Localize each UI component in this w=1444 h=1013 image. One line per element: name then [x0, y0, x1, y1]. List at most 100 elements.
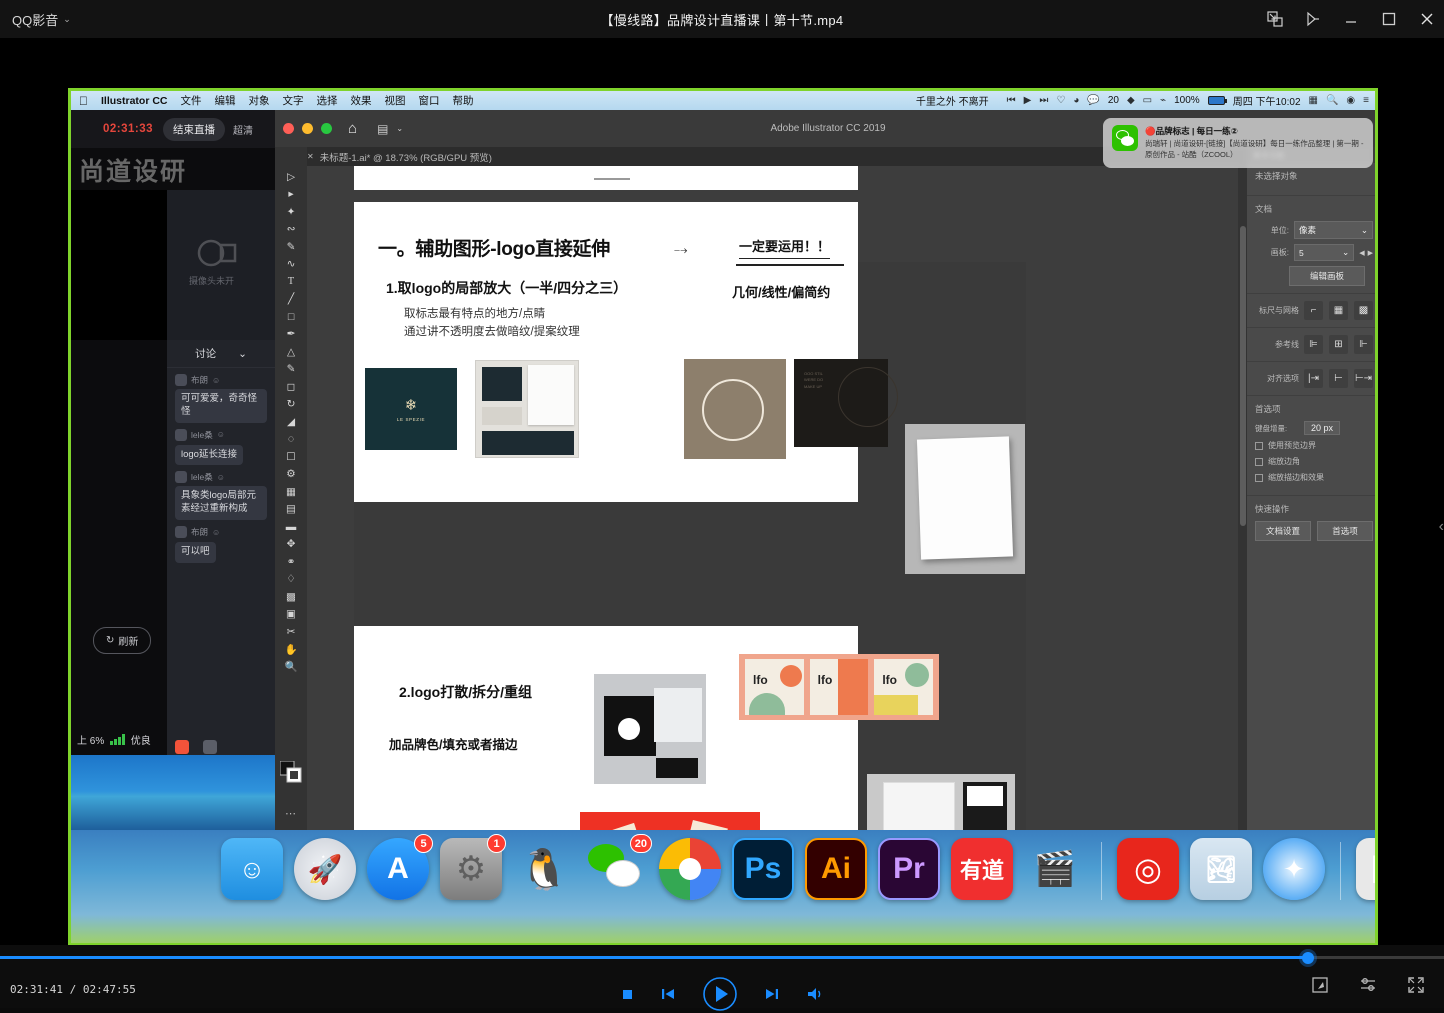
- discussion-header[interactable]: 讨论 ⌄: [167, 340, 275, 368]
- menu-window[interactable]: 窗口: [419, 93, 440, 108]
- dock-item-chrome[interactable]: [659, 838, 721, 900]
- chat-icon[interactable]: 💬: [1087, 96, 1099, 106]
- line-tool[interactable]: ╱: [278, 292, 304, 308]
- blend-tool[interactable]: ⚭: [278, 554, 304, 570]
- play-icon[interactable]: ▶: [1024, 96, 1032, 106]
- direct-selection-tool[interactable]: ▸: [278, 187, 304, 203]
- snapshot-button[interactable]: [1310, 975, 1330, 995]
- pen-tool[interactable]: ✎: [278, 239, 304, 255]
- show-transparency-grid-icon[interactable]: ▩: [1354, 301, 1373, 320]
- lock-guides-icon[interactable]: ⊞: [1329, 335, 1348, 354]
- close-tab-icon[interactable]: ✕: [307, 152, 314, 161]
- minimize-window-button[interactable]: [302, 123, 313, 134]
- restore-down-icon[interactable]: [1266, 10, 1284, 28]
- menu-object[interactable]: 对象: [249, 93, 270, 108]
- show-guides-icon[interactable]: ⊫: [1304, 335, 1323, 354]
- edit-artboards-button[interactable]: 编辑画板: [1289, 266, 1365, 286]
- minimize-icon[interactable]: [1342, 10, 1360, 28]
- lasso-tool[interactable]: ∾: [278, 222, 304, 238]
- fill-stroke-swatches[interactable]: [280, 761, 302, 783]
- progress-bar[interactable]: [0, 956, 1444, 959]
- next-button[interactable]: [763, 985, 781, 1003]
- paintbrush-tool[interactable]: ✒: [278, 327, 304, 343]
- checkbox-scale-corners[interactable]: 缩放边角: [1255, 456, 1373, 467]
- emoji-icon[interactable]: [175, 740, 189, 754]
- play-button[interactable]: [701, 975, 739, 1013]
- free-transform-tool[interactable]: ☐: [278, 449, 304, 465]
- previous-track-icon[interactable]: ⏮: [1007, 96, 1016, 106]
- stream-quality-label[interactable]: 超清: [233, 122, 253, 137]
- fullscreen-button[interactable]: [1406, 975, 1426, 995]
- pencil-tool[interactable]: ✎: [278, 362, 304, 378]
- wifi-icon[interactable]: ⌁: [1160, 96, 1166, 106]
- cast-icon[interactable]: [1304, 10, 1322, 28]
- menu-help[interactable]: 帮助: [453, 93, 474, 108]
- selection-tool[interactable]: ▷: [278, 169, 304, 185]
- system-notification[interactable]: 🔴品牌标志 | 每日一练② 尚瑞轩 | 尚道设研-[链接]【尚道设研】每日一练作…: [1103, 118, 1373, 168]
- keyboard-increment-input[interactable]: 20 px: [1304, 421, 1340, 435]
- type-tool[interactable]: T: [278, 274, 304, 290]
- dock-item-system-preferences[interactable]: ⚙ 1: [440, 838, 502, 900]
- menu-edit[interactable]: 编辑: [215, 93, 236, 108]
- menu-view[interactable]: 视图: [385, 93, 406, 108]
- unit-select[interactable]: 像素 ⌄: [1294, 221, 1373, 239]
- chevron-down-icon[interactable]: ⌄: [396, 124, 403, 133]
- illustrator-canvas[interactable]: 一。辅助图形-logo直接延伸 ⤍ 一定要运用！！ 几何/线性/偏简约 1.取l…: [307, 166, 1247, 830]
- perspective-grid-tool[interactable]: ▦: [278, 484, 304, 500]
- checkbox-scale-strokes-effects[interactable]: 缩放描边和效果: [1255, 472, 1373, 483]
- arrange-documents-icon[interactable]: ▤: [377, 122, 388, 136]
- menu-select[interactable]: 选择: [317, 93, 338, 108]
- menu-file[interactable]: 文件: [181, 93, 202, 108]
- preferences-button[interactable]: 首选项: [1317, 521, 1373, 541]
- stop-button[interactable]: [620, 987, 635, 1002]
- progress-handle[interactable]: [1302, 952, 1314, 964]
- volume-button[interactable]: [805, 985, 825, 1003]
- snap-to-grid-icon[interactable]: ⊢⇥: [1354, 369, 1373, 388]
- refresh-button[interactable]: ↻ 刷新: [93, 627, 151, 654]
- display-icon[interactable]: ▭: [1143, 96, 1152, 106]
- smart-guides-icon[interactable]: ⊢: [1329, 369, 1348, 388]
- previous-button[interactable]: [659, 985, 677, 1003]
- apple-logo-icon[interactable]: : [79, 95, 88, 107]
- end-live-button[interactable]: 结束直播: [163, 118, 225, 141]
- dock-item-youdao[interactable]: 有道: [951, 838, 1013, 900]
- checkbox-preview-bounds[interactable]: 使用预览边界: [1255, 440, 1373, 451]
- dock-item-finder[interactable]: ☺: [221, 838, 283, 900]
- width-tool[interactable]: ◌: [278, 432, 304, 448]
- dock-item-premiere[interactable]: Pr: [878, 838, 940, 900]
- heart-icon[interactable]: ♡: [1056, 96, 1065, 106]
- clock-icon[interactable]: ◕: [1073, 96, 1079, 106]
- hand-tool[interactable]: ✋: [278, 642, 304, 658]
- dock-item-illustrator[interactable]: Ai: [805, 838, 867, 900]
- show-rulers-icon[interactable]: ⌐: [1304, 301, 1323, 320]
- dock-item-launchpad[interactable]: 🚀: [294, 838, 356, 900]
- dock-item-wechat[interactable]: 20: [586, 838, 648, 900]
- app-menu-button[interactable]: QQ影音 ⌄: [12, 10, 71, 29]
- next-track-icon[interactable]: ⏭: [1039, 96, 1048, 106]
- snap-to-point-icon[interactable]: |⇥: [1304, 369, 1323, 388]
- equalizer-button[interactable]: [1358, 975, 1378, 995]
- release-guides-icon[interactable]: ⊩: [1354, 335, 1373, 354]
- column-graph-tool[interactable]: ▩: [278, 589, 304, 605]
- toolbar-more-icon[interactable]: ⋯: [285, 807, 296, 820]
- folder-icon[interactable]: [203, 740, 217, 754]
- dock-item-photos[interactable]: 🏞: [1190, 838, 1252, 900]
- artboard-stepper[interactable]: ◀ ▶: [1359, 249, 1373, 257]
- chevron-down-icon[interactable]: ⌄: [238, 348, 247, 360]
- document-setup-button[interactable]: 文档设置: [1255, 521, 1311, 541]
- stepper-next-icon[interactable]: ▶: [1368, 249, 1373, 257]
- search-icon[interactable]: 🔍: [1326, 96, 1338, 106]
- dock-item-netease-music[interactable]: ◎: [1117, 838, 1179, 900]
- artboards-select[interactable]: 5 ⌄: [1294, 244, 1354, 261]
- home-icon[interactable]: ⌂: [348, 120, 357, 137]
- close-icon[interactable]: [1418, 10, 1436, 28]
- mesh-tool[interactable]: ▤: [278, 502, 304, 518]
- dock-item-safari[interactable]: ✦: [1263, 838, 1325, 900]
- scale-tool[interactable]: ◢: [278, 414, 304, 430]
- dock-item-photoshop[interactable]: Ps: [732, 838, 794, 900]
- eyedropper-tool[interactable]: ✥: [278, 537, 304, 553]
- shape-builder-tool[interactable]: ⚙: [278, 467, 304, 483]
- close-window-button[interactable]: [283, 123, 294, 134]
- zoom-tool[interactable]: 🔍: [278, 659, 304, 675]
- dock-item-final-cut-pro[interactable]: 🎬: [1024, 838, 1086, 900]
